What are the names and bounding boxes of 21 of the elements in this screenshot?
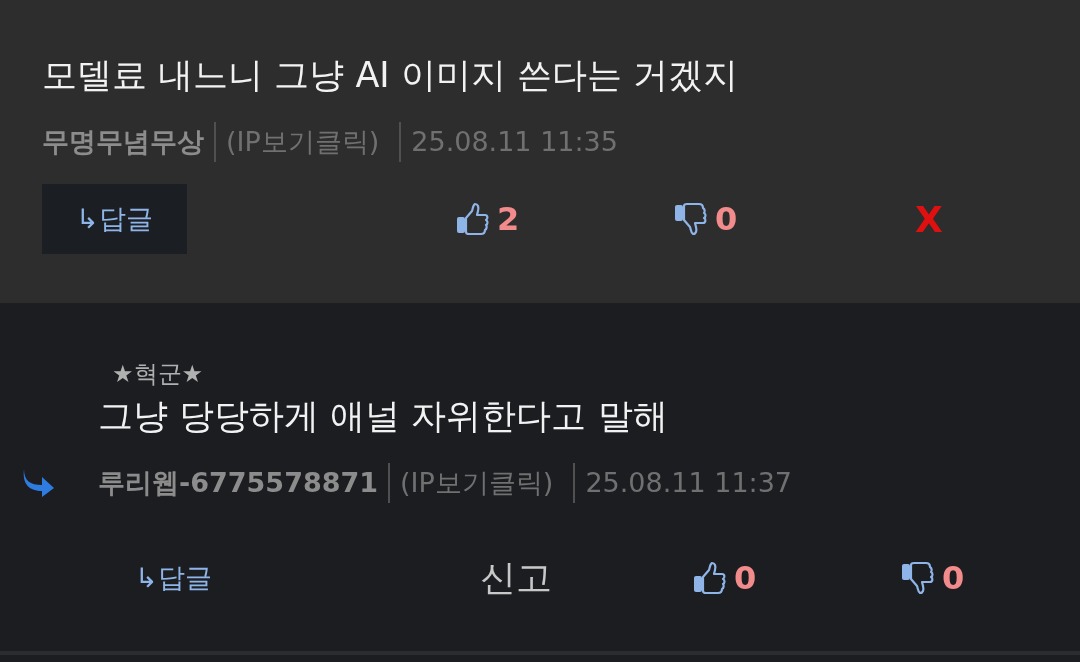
thumbs-down-icon[interactable] (673, 202, 707, 236)
dislike-count: 0 (942, 559, 965, 597)
comment-text: 모델료 내느니 그냥 AI 이미지 쓴다는 거겠지 (42, 54, 740, 97)
author-name[interactable]: 루리웹-6775578871 (98, 463, 379, 503)
thumbs-up-icon[interactable] (455, 202, 489, 236)
like-count: 0 (734, 559, 757, 597)
reply-button[interactable]: ↳답글 (42, 184, 187, 254)
author-name[interactable]: 무명무념무상 (42, 122, 204, 162)
nickname-label: ★혁군★ (112, 359, 204, 390)
like-count: 2 (497, 200, 520, 238)
comment-time: 25.08.11 11:35 (399, 122, 618, 162)
ip-link[interactable]: (IP보기클릭) (388, 463, 564, 503)
ip-link[interactable]: (IP보기클릭) (214, 122, 390, 162)
thumbs-down-icon[interactable] (900, 561, 934, 595)
report-button[interactable]: 신고 (480, 553, 552, 603)
delete-button[interactable]: X (915, 198, 943, 240)
reply-button[interactable]: ↳답글 (98, 543, 212, 613)
thumbs-up-icon[interactable] (692, 561, 726, 595)
comment-time: 25.08.11 11:37 (573, 463, 793, 503)
dislike-count: 0 (715, 200, 738, 238)
comment-text: 그냥 당당하게 애널 자위한다고 말해 (98, 395, 669, 438)
